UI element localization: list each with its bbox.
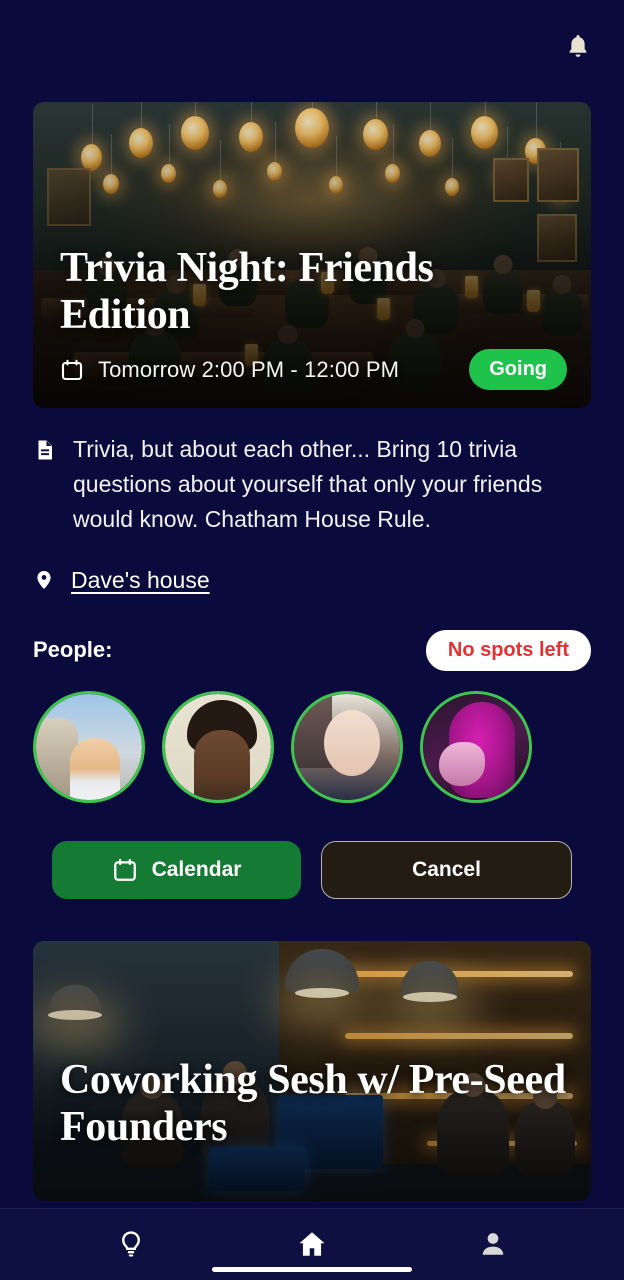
spots-badge[interactable]: No spots left bbox=[425, 629, 591, 671]
event-title: Trivia Night: Friends Edition bbox=[60, 244, 434, 338]
people-row: People: No spots left bbox=[33, 629, 591, 671]
lightbulb-icon bbox=[121, 1231, 140, 1257]
app-root: Trivia Night: Friends Edition Tomorrow 2… bbox=[0, 0, 624, 1280]
calendar-icon bbox=[61, 359, 83, 380]
top-bar bbox=[0, 0, 624, 92]
event-details: Trivia, but about each other... Bring 10… bbox=[0, 408, 624, 899]
event-card-body: Trivia Night: Friends Edition Tomorrow 2… bbox=[33, 245, 591, 408]
location-row[interactable]: Dave's house bbox=[33, 567, 591, 594]
person-icon bbox=[483, 1233, 504, 1255]
calendar-button-label: Calendar bbox=[151, 857, 242, 881]
home-icon bbox=[299, 1232, 325, 1256]
cancel-button-label: Cancel bbox=[412, 857, 481, 881]
event-location-link[interactable]: Dave's house bbox=[71, 567, 210, 594]
map-pin-icon bbox=[37, 571, 51, 590]
document-icon bbox=[38, 440, 52, 460]
avatar-attendee-2[interactable] bbox=[162, 690, 274, 803]
home-indicator bbox=[212, 1267, 412, 1272]
notifications-button[interactable] bbox=[556, 24, 600, 68]
avatar-attendee-3[interactable] bbox=[291, 690, 403, 803]
nav-item-profile[interactable] bbox=[453, 1218, 533, 1270]
nav-item-ideas[interactable] bbox=[91, 1218, 171, 1270]
event-card-trivia-night[interactable]: Trivia Night: Friends Edition Tomorrow 2… bbox=[33, 102, 591, 408]
event-actions: Calendar Cancel bbox=[33, 840, 591, 899]
bell-icon bbox=[569, 35, 587, 57]
description-row: Trivia, but about each other... Bring 10… bbox=[33, 432, 591, 537]
event-date-text: Tomorrow 2:00 PM - 12:00 PM bbox=[98, 356, 400, 382]
nav-item-home[interactable] bbox=[272, 1218, 352, 1270]
avatar-attendee-4[interactable] bbox=[420, 690, 532, 803]
avatar-attendee-1[interactable] bbox=[33, 690, 145, 803]
bottom-navigation bbox=[0, 1208, 624, 1280]
event-card-coworking[interactable]: Coworking Sesh w/ Pre-Seed Founders bbox=[33, 940, 591, 1201]
rsvp-status-badge[interactable]: Going bbox=[469, 349, 567, 390]
event-description: Trivia, but about each other... Bring 10… bbox=[73, 436, 543, 532]
event-meta-row: Tomorrow 2:00 PM - 12:00 PM Going bbox=[60, 349, 567, 390]
calendar-icon bbox=[113, 858, 136, 881]
attendee-avatars bbox=[33, 690, 591, 803]
people-label: People: bbox=[33, 637, 113, 663]
calendar-button[interactable]: Calendar bbox=[52, 840, 301, 899]
next-event-title: Coworking Sesh w/ Pre-Seed Founders bbox=[60, 1056, 566, 1150]
scroll-content[interactable]: Trivia Night: Friends Edition Tomorrow 2… bbox=[0, 92, 624, 1222]
cancel-button[interactable]: Cancel bbox=[321, 840, 572, 899]
